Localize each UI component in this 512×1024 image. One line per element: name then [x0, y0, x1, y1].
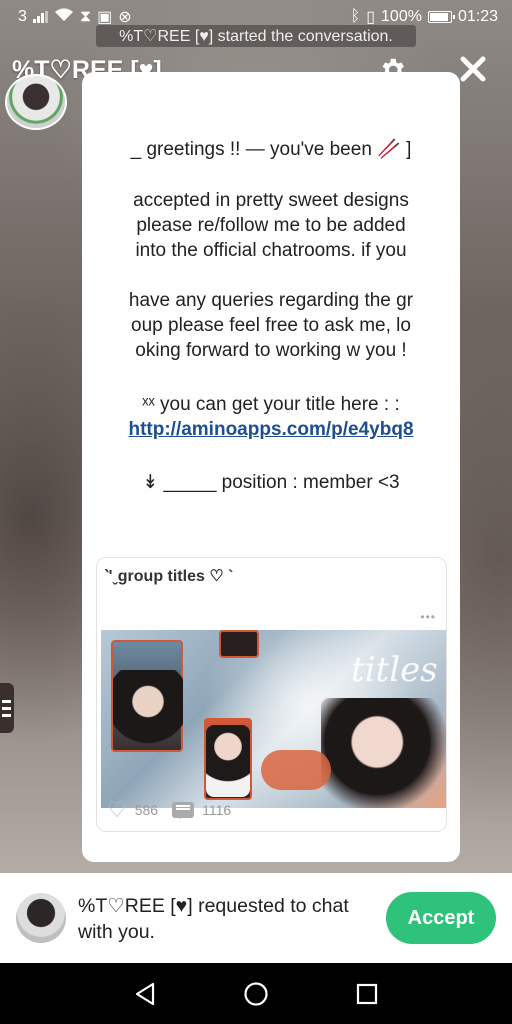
back-icon — [136, 982, 155, 1005]
title-line: ˣˣ you can get your title here : : — [142, 394, 400, 415]
title-link-line: http://aminoapps.com/p/e4ybq8 — [82, 417, 460, 442]
signal-icon — [32, 11, 48, 23]
title-link[interactable]: http://aminoapps.com/p/e4ybq8 — [128, 419, 413, 440]
heart-icon[interactable]: ♡ — [107, 797, 127, 823]
link-preview-card[interactable]: ‵'ˬgroup titles ♡ ` ••• titles ♡ 586 111… — [96, 557, 447, 832]
system-toast: %T♡REE [♥] started the conversation. — [96, 25, 416, 47]
back-button[interactable] — [125, 974, 165, 1014]
clock-label: 01:23 — [457, 8, 498, 25]
home-icon — [244, 981, 268, 1006]
image-icon: ▣ — [97, 9, 113, 26]
request-text: %T♡REE [♥] requested to chat with you. — [78, 895, 349, 943]
hourglass-icon: ⧗ — [79, 8, 92, 25]
home-button[interactable] — [236, 974, 276, 1014]
message-line: into the official chatrooms. if you — [135, 240, 407, 261]
likes-count: 586 — [134, 802, 159, 818]
requester-avatar[interactable] — [16, 893, 66, 943]
comments-count: 1116 — [202, 802, 232, 818]
navigation-bar — [0, 963, 512, 1024]
greeting-line: _ greetings !! — you've been 🥢 ] — [130, 139, 412, 160]
bluetooth-icon: ᛒ — [350, 8, 361, 25]
side-menu-handle[interactable] — [0, 683, 14, 733]
message-paragraph-2: have any queries regarding the gr oup pl… — [82, 288, 460, 363]
wifi-icon — [54, 7, 74, 27]
blocked-icon: ⊗ — [118, 9, 132, 26]
preview-image[interactable]: titles — [101, 630, 446, 808]
message-line: please re/follow me to be added — [136, 215, 406, 236]
close-icon — [460, 56, 486, 82]
preview-stats: ♡ 586 1116 — [107, 797, 231, 823]
vibrate-icon: ▯ — [366, 9, 376, 26]
message-line: have any queries regarding the gr — [128, 290, 414, 311]
recents-icon — [356, 983, 377, 1004]
position-line: ↡ _____ position : member <3 — [142, 472, 400, 493]
message-line: accepted in pretty sweet designs — [133, 190, 409, 211]
preview-image-text: titles — [351, 650, 438, 690]
battery-label: 100% — [381, 8, 422, 25]
recents-button[interactable] — [347, 974, 387, 1014]
message-line: oup please feel free to ask me, lo — [131, 315, 411, 336]
more-icon[interactable]: ••• — [420, 610, 436, 624]
comment-icon[interactable] — [172, 802, 195, 819]
accept-button[interactable]: Accept — [386, 892, 496, 944]
battery-icon — [427, 11, 455, 23]
message-paragraph-1: accepted in pretty sweet designs please … — [82, 188, 460, 263]
chat-request-bar: %T♡REE [♥] requested to chat with you. A… — [0, 873, 512, 963]
message-line: oking forward to working w you ! — [135, 340, 407, 361]
chat-avatar[interactable] — [5, 74, 67, 130]
carrier-label: 3 — [18, 8, 27, 25]
preview-title: ‵'ˬgroup titles ♡ ` — [105, 568, 234, 585]
message-card: _ greetings !! — you've been 🥢 ] accepte… — [82, 72, 460, 862]
